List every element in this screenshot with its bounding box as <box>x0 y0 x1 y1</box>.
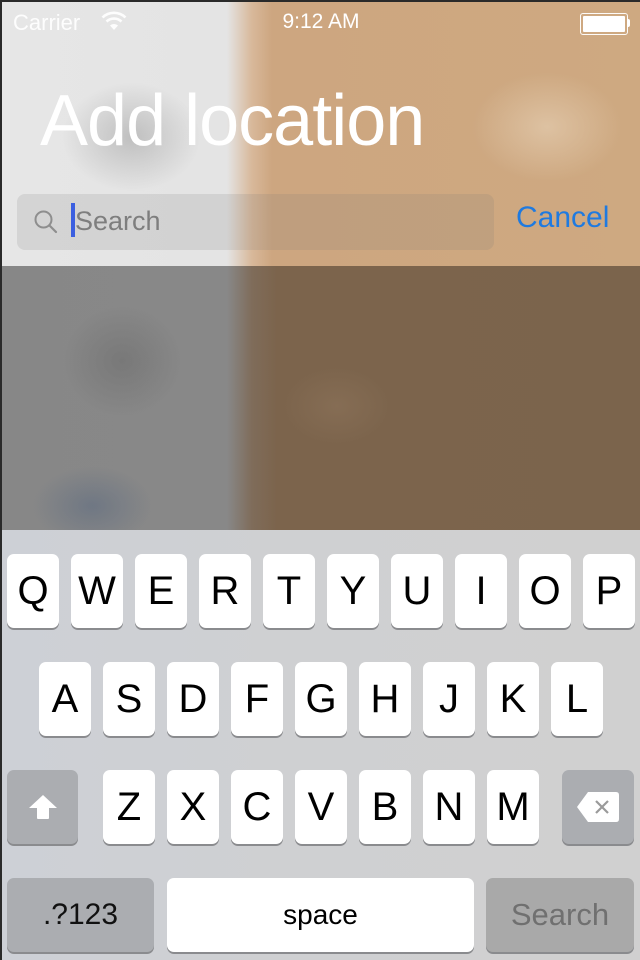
blur-glow <box>472 72 622 182</box>
blur-blob <box>62 306 182 416</box>
battery-nub <box>627 19 630 27</box>
key-e[interactable]: E <box>135 554 187 628</box>
key-h[interactable]: H <box>359 662 411 736</box>
key-k[interactable]: K <box>487 662 539 736</box>
blur-blob <box>282 366 392 446</box>
key-o[interactable]: O <box>519 554 571 628</box>
key-d[interactable]: D <box>167 662 219 736</box>
key-n[interactable]: N <box>423 770 475 844</box>
cancel-button[interactable]: Cancel <box>516 201 609 235</box>
key-r[interactable]: R <box>199 554 251 628</box>
key-u[interactable]: U <box>391 554 443 628</box>
dimmed-content-overlay[interactable] <box>2 266 640 546</box>
status-bar: Carrier 9:12 AM <box>2 2 640 42</box>
key-w[interactable]: W <box>71 554 123 628</box>
search-icon <box>34 210 58 234</box>
delete-key[interactable] <box>562 770 634 844</box>
key-c[interactable]: C <box>231 770 283 844</box>
shift-key[interactable] <box>7 770 78 844</box>
key-v[interactable]: V <box>295 770 347 844</box>
key-f[interactable]: F <box>231 662 283 736</box>
search-placeholder: Search <box>75 206 161 236</box>
key-s[interactable]: S <box>103 662 155 736</box>
backspace-icon <box>577 792 619 822</box>
space-key[interactable]: space <box>167 878 474 952</box>
key-a[interactable]: A <box>39 662 91 736</box>
key-x[interactable]: X <box>167 770 219 844</box>
battery-icon <box>580 13 628 35</box>
keyboard: Q W E R T Y U I O P A S D F G H J K L Z … <box>2 530 640 960</box>
key-t[interactable]: T <box>263 554 315 628</box>
key-z[interactable]: Z <box>103 770 155 844</box>
key-q[interactable]: Q <box>7 554 59 628</box>
key-y[interactable]: Y <box>327 554 379 628</box>
search-input[interactable]: Search <box>17 194 494 250</box>
search-key[interactable]: Search <box>486 878 634 952</box>
clock: 9:12 AM <box>282 10 360 33</box>
key-m[interactable]: M <box>487 770 539 844</box>
key-j[interactable]: J <box>423 662 475 736</box>
key-i[interactable]: I <box>455 554 507 628</box>
screen: Carrier 9:12 AM Add location Search Canc… <box>2 2 640 960</box>
key-g[interactable]: G <box>295 662 347 736</box>
page-title: Add location <box>40 81 425 161</box>
key-l[interactable]: L <box>551 662 603 736</box>
battery-fill <box>583 16 625 32</box>
key-b[interactable]: B <box>359 770 411 844</box>
shift-arrow-icon <box>28 795 57 819</box>
numbers-key[interactable]: .?123 <box>7 878 154 952</box>
key-p[interactable]: P <box>583 554 635 628</box>
